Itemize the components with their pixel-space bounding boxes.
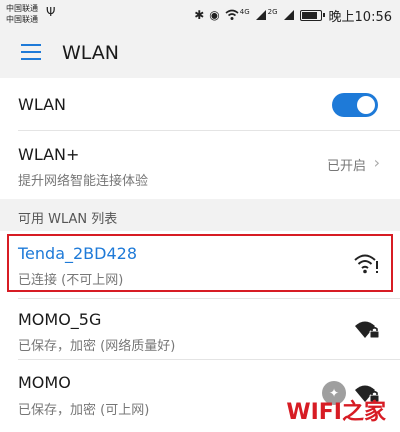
status-time: 晚上10:56 xyxy=(328,9,392,25)
network-status: 已保存，加密 (可上网) xyxy=(18,403,150,418)
network-item-momo5g[interactable]: MOMO_5G 已保存，加密 (网络质量好) xyxy=(0,299,400,359)
wifi-status-icon xyxy=(225,9,239,20)
wifi-lock-icon xyxy=(355,321,380,339)
network-ssid: MOMO_5G xyxy=(18,310,102,329)
usb-icon: Ψ xyxy=(46,5,56,19)
wlan-toggle-row[interactable]: WLAN xyxy=(0,78,400,130)
wlan-plus-status: 已开启 xyxy=(326,159,366,174)
network-status: 已保存，加密 (网络质量好) xyxy=(18,339,176,354)
section-header: 可用 WLAN 列表 xyxy=(0,199,400,231)
wlan-plus-row[interactable]: WLAN+ 提升网络智能连接体验 已开启 › xyxy=(0,131,400,199)
page-title: WLAN xyxy=(62,42,120,64)
signal-1-icon xyxy=(255,10,266,20)
net-type-1: 4G xyxy=(239,8,250,16)
status-icons: ✱ ◉ 4G 2G 晚上10:56 xyxy=(194,5,392,25)
menu-icon[interactable] xyxy=(21,44,41,60)
status-bar: 中国联通 中国联通 Ψ ✱ ◉ 4G 2G 晚上10:56 xyxy=(0,0,400,30)
network-ssid: MOMO xyxy=(18,373,71,392)
carrier-info: 中国联通 中国联通 xyxy=(6,3,38,25)
eye-comfort-icon: ◉ xyxy=(209,8,220,22)
carrier-2: 中国联通 xyxy=(6,15,38,24)
signal-2-icon xyxy=(283,10,294,20)
wlan-plus-label: WLAN+ xyxy=(18,145,80,164)
wlan-plus-desc: 提升网络智能连接体验 xyxy=(18,174,149,189)
bluetooth-icon: ✱ xyxy=(194,8,205,22)
wlan-switch[interactable] xyxy=(332,93,378,117)
net-type-2: 2G xyxy=(267,8,278,16)
battery-icon xyxy=(299,9,325,21)
carrier-1: 中国联通 xyxy=(6,4,38,13)
battery-level xyxy=(301,11,317,19)
wlan-label: WLAN xyxy=(18,95,67,114)
highlight-box xyxy=(7,234,393,292)
section-header-label: 可用 WLAN 列表 xyxy=(18,212,118,227)
app-bar: WLAN xyxy=(0,30,400,78)
chevron-right-icon: › xyxy=(373,153,380,172)
watermark: WIFI之家 xyxy=(286,400,386,425)
